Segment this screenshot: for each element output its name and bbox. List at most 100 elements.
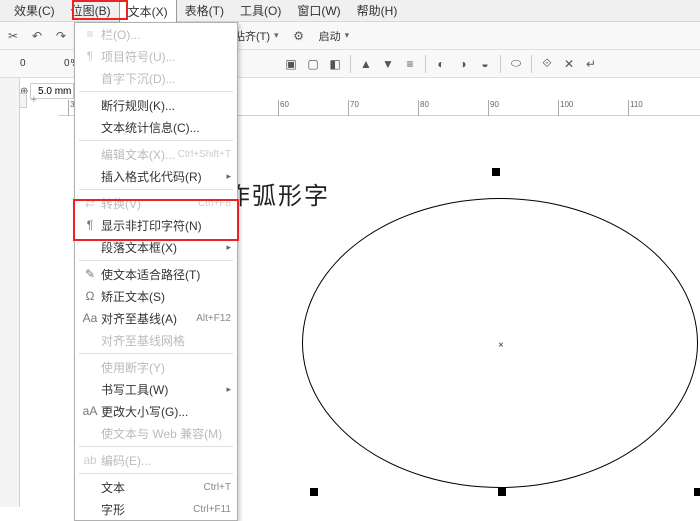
menu-item-label: 字形 — [99, 501, 193, 518]
ungroup-icon[interactable]: ▢ — [304, 55, 322, 73]
menu-item-label: 项目符号(U)... — [99, 48, 231, 65]
selection-handle[interactable] — [310, 488, 318, 496]
menu-item-icon: Aa — [81, 311, 99, 325]
menu-item: ≡栏(O)... — [75, 23, 237, 45]
options-icon[interactable]: ⚙ — [290, 27, 308, 45]
menu-item-label: 对齐至基线(A) — [99, 310, 196, 327]
back-icon[interactable]: ▼ — [379, 55, 397, 73]
menu-item[interactable]: aA更改大小写(G)... — [75, 400, 237, 422]
menu-shortcut: Ctrl+T — [204, 482, 232, 493]
combine-icon[interactable]: ◧ — [326, 55, 344, 73]
menu-item: 对齐至基线网格 — [75, 329, 237, 351]
menu-item: 使文本与 Web 兼容(M) — [75, 422, 237, 444]
menu-item-label: 对齐至基线网格 — [99, 332, 231, 349]
menu-item-label: 显示非打印字符(N) — [99, 217, 231, 234]
menu-item: ¶项目符号(U)... — [75, 45, 237, 67]
menu-item-label: 插入格式化代码(R) — [99, 168, 226, 185]
menu-item-label: 使文本适合路径(T) — [99, 266, 231, 283]
text-object[interactable]: 作弧形字 — [226, 176, 330, 211]
center-marker-icon: × — [498, 340, 504, 351]
menu-item[interactable]: 段落文本框(X)▸ — [75, 236, 237, 258]
menu-item[interactable]: 文本统计信息(C)... — [75, 116, 237, 138]
menu-item-label: 书写工具(W) — [99, 381, 226, 398]
selection-handle[interactable] — [492, 168, 500, 176]
menu-item[interactable]: 文本Ctrl+T — [75, 476, 237, 498]
ruler-tick: 80 — [418, 100, 429, 116]
menu-item-label: 转换(V) — [99, 195, 198, 212]
menu-item-icon: ✎ — [81, 267, 99, 281]
selection-handle[interactable] — [694, 488, 700, 496]
menu-item-label: 文本统计信息(C)... — [99, 119, 231, 136]
menu-item-icon: ab — [81, 453, 99, 467]
menu-item-label: 文本 — [99, 479, 204, 496]
menu-window[interactable]: 窗口(W) — [289, 0, 348, 22]
pct-field-1[interactable]: 0 — [20, 58, 60, 69]
group-icon[interactable]: ▣ — [282, 55, 300, 73]
menu-item-label: 使用断字(Y) — [99, 359, 231, 376]
menu-item: 首字下沉(D)... — [75, 67, 237, 89]
outline-icon[interactable]: ⬭ — [507, 55, 525, 73]
ruler-tick: 100 — [558, 100, 573, 116]
menu-item[interactable]: 字形Ctrl+F11 — [75, 498, 237, 520]
menu-item-label: 首字下沉(D)... — [99, 70, 231, 87]
ruler-tick: 70 — [348, 100, 359, 116]
ruler-tick: 60 — [278, 100, 289, 116]
menu-item-label: 更改大小写(G)... — [99, 403, 231, 420]
menu-item-icon: ¶ — [81, 218, 99, 232]
convert-icon[interactable]: ⟐ — [538, 55, 556, 73]
cut-icon[interactable]: ✂ — [4, 27, 22, 45]
ruler-tick: 110 — [628, 100, 643, 116]
menu-item-label: 断行规则(K)... — [99, 97, 231, 114]
redo-icon[interactable]: ↷ — [52, 27, 70, 45]
menu-item: ab编码(E)... — [75, 449, 237, 471]
menu-item-icon: Ω — [81, 289, 99, 303]
submenu-arrow-icon: ▸ — [226, 171, 231, 182]
trim-icon[interactable]: ◑ — [454, 55, 472, 73]
menu-item-label: 矫正文本(S) — [99, 288, 231, 305]
weld-icon[interactable]: ◐ — [432, 55, 450, 73]
menu-shortcut: Alt+F12 — [196, 313, 231, 324]
menu-shortcut: Ctrl+F8 — [198, 198, 231, 209]
menu-item[interactable]: ✎使文本适合路径(T) — [75, 263, 237, 285]
menu-item: 使用断字(Y) — [75, 356, 237, 378]
menu-item-label: 栏(O)... — [99, 26, 231, 43]
menu-tools[interactable]: 工具(O) — [232, 0, 289, 22]
menu-text[interactable]: 文本(X) — [119, 0, 177, 23]
launch-dropdown[interactable]: 启动 — [314, 26, 355, 46]
menu-effects[interactable]: 效果(C) — [6, 0, 63, 22]
menu-item-label: 编辑文本(X)... — [99, 146, 178, 163]
menu-item[interactable]: 书写工具(W)▸ — [75, 378, 237, 400]
menu-item: ⇄转换(V)Ctrl+F8 — [75, 192, 237, 214]
menu-item-icon: aA — [81, 404, 99, 418]
wrap-icon[interactable]: ↵ — [582, 55, 600, 73]
menu-table[interactable]: 表格(T) — [177, 0, 232, 22]
menu-item-icon: ⇄ — [81, 196, 99, 210]
menu-item[interactable]: 断行规则(K)... — [75, 94, 237, 116]
menu-item-label: 编码(E)... — [99, 452, 231, 469]
menu-item-icon: ≡ — [81, 27, 99, 41]
undo-icon[interactable]: ↶ — [28, 27, 46, 45]
menu-item[interactable]: ¶显示非打印字符(N) — [75, 214, 237, 236]
menu-item-label: 段落文本框(X) — [99, 239, 226, 256]
menu-item[interactable]: Ω矫正文本(S) — [75, 285, 237, 307]
menu-item: 编辑文本(X)...Ctrl+Shift+T — [75, 143, 237, 165]
menu-bitmap[interactable]: 位图(B) — [63, 0, 119, 22]
submenu-arrow-icon: ▸ — [226, 242, 231, 253]
menu-item[interactable]: Aa对齐至基线(A)Alt+F12 — [75, 307, 237, 329]
intersect-icon[interactable]: ◒ — [476, 55, 494, 73]
text-menu-dropdown: ≡栏(O)...¶项目符号(U)...首字下沉(D)...断行规则(K)...文… — [74, 22, 238, 521]
menu-shortcut: Ctrl+F11 — [193, 504, 231, 515]
selection-handle[interactable] — [498, 488, 506, 496]
close-path-icon[interactable]: ✕ — [560, 55, 578, 73]
add-tab-button[interactable]: + — [27, 94, 41, 106]
vertical-ruler — [0, 78, 20, 507]
menu-item[interactable]: 插入格式化代码(R)▸ — [75, 165, 237, 187]
align-icon[interactable]: ≡ — [401, 55, 419, 73]
ruler-tick: 90 — [488, 100, 499, 116]
menu-item-icon: ¶ — [81, 49, 99, 63]
menu-shortcut: Ctrl+Shift+T — [178, 149, 231, 160]
menu-help[interactable]: 帮助(H) — [349, 0, 406, 22]
submenu-arrow-icon: ▸ — [226, 384, 231, 395]
menubar: 效果(C) 位图(B) 文本(X) 表格(T) 工具(O) 窗口(W) 帮助(H… — [0, 0, 700, 22]
front-icon[interactable]: ▲ — [357, 55, 375, 73]
